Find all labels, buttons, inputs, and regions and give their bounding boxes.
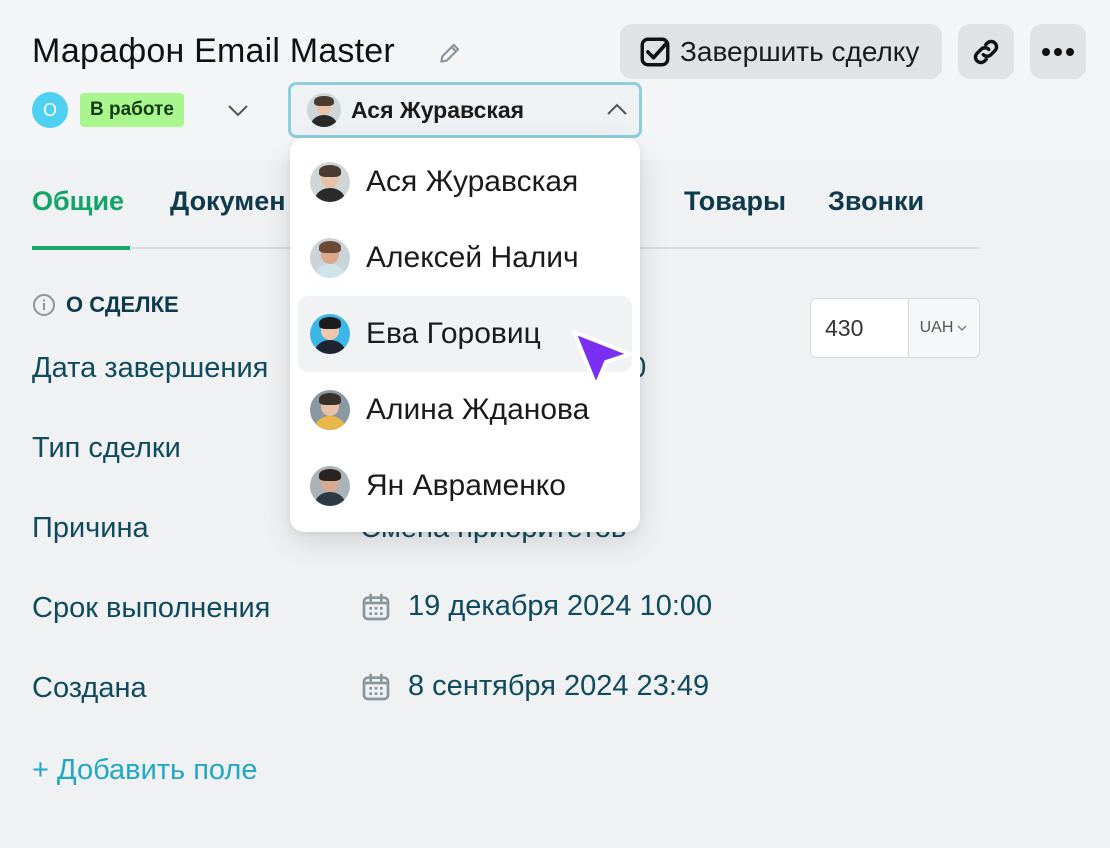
complete-deal-label: Завершить сделку: [680, 35, 920, 67]
currency-label: UAH: [919, 319, 954, 336]
status-badge[interactable]: В работе: [80, 93, 184, 127]
info-icon: [33, 294, 55, 316]
field-label-close-date: Дата завершения: [32, 352, 269, 384]
amount-field[interactable]: 430 UAH: [810, 298, 980, 358]
tab-calls[interactable]: Звонки: [828, 186, 924, 217]
calendar-icon: [362, 673, 390, 700]
checkbox-check-icon: [640, 37, 670, 66]
assignee-select[interactable]: Ася Журавская: [288, 82, 642, 138]
active-tab-indicator: [32, 246, 130, 250]
link-icon: [973, 39, 999, 64]
field-label-deal-type: Тип сделки: [32, 432, 181, 464]
section-title: О СДЕЛКЕ: [66, 292, 179, 317]
avatar: [310, 238, 350, 278]
avatar: [310, 314, 350, 354]
chevron-down-icon[interactable]: [226, 100, 250, 120]
dropdown-option[interactable]: Ася Журавская: [298, 144, 632, 220]
currency-select[interactable]: UAH: [909, 299, 979, 357]
add-field-link[interactable]: + Добавить поле: [32, 754, 257, 787]
chevron-up-icon: [607, 103, 627, 115]
tab-documents[interactable]: Докумен: [170, 186, 286, 217]
avatar: [310, 390, 350, 430]
owner-avatar[interactable]: О: [32, 92, 68, 128]
dropdown-option[interactable]: Ян Авраменко: [298, 448, 632, 524]
cursor-pointer-icon: [572, 330, 632, 388]
avatar: [310, 466, 350, 506]
calendar-icon: [362, 593, 390, 620]
field-label-created: Создана: [32, 672, 147, 704]
tab-products[interactable]: Товары: [684, 186, 786, 217]
tab-general[interactable]: Общие: [32, 186, 124, 217]
chevron-down-icon: [957, 325, 967, 331]
avatar: [310, 162, 350, 202]
field-value-due-date[interactable]: 19 декабря 2024 10:00: [360, 590, 712, 623]
pencil-icon[interactable]: [437, 40, 463, 66]
option-name: Ася Журавская: [366, 165, 579, 198]
copy-link-button[interactable]: [958, 24, 1014, 79]
complete-deal-button[interactable]: Завершить сделку: [620, 24, 942, 79]
more-options-button[interactable]: [1030, 24, 1086, 79]
option-name: Алексей Налич: [366, 241, 579, 274]
created-date-text: 8 сентября 2024 23:49: [408, 670, 710, 702]
deal-title: Марафон Email Master: [32, 32, 395, 70]
option-name: Алина Жданова: [366, 393, 590, 426]
field-label-due-date: Срок выполнения: [32, 592, 271, 624]
option-name: Ева Горовиц: [366, 317, 541, 350]
avatar: [307, 93, 341, 127]
option-name: Ян Авраменко: [366, 469, 566, 502]
due-date-text: 19 декабря 2024 10:00: [408, 590, 713, 622]
assignee-name: Ася Журавская: [351, 96, 525, 123]
section-header: О СДЕЛКЕ: [32, 292, 179, 318]
more-icon: [1042, 47, 1074, 56]
amount-input[interactable]: 430: [811, 299, 909, 357]
field-value-created: 8 сентября 2024 23:49: [360, 670, 709, 703]
dropdown-option[interactable]: Алексей Налич: [298, 220, 632, 296]
field-label-reason: Причина: [32, 512, 149, 544]
